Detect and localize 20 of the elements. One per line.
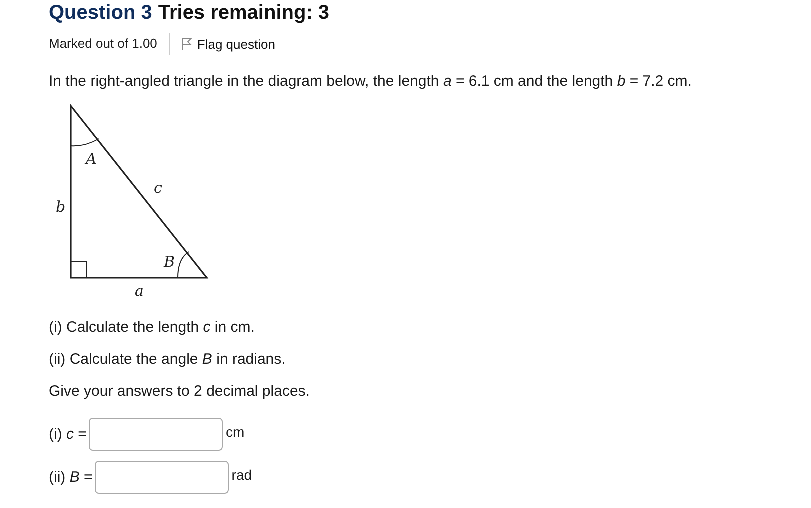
answer-field[interactable] bbox=[94, 461, 229, 494]
flag-question-link[interactable]: Flag question bbox=[182, 36, 276, 52]
side-label: c bbox=[154, 179, 162, 197]
side-label: b bbox=[56, 198, 66, 216]
question-number: Question 3 bbox=[49, 2, 152, 25]
marks-text: Marked out of 1.00 bbox=[49, 33, 170, 55]
instruction-text: (ii) Calculate the angle B in radians. bbox=[49, 350, 287, 370]
angle-label: A bbox=[86, 150, 97, 168]
flag-icon bbox=[182, 38, 192, 50]
instruction-text: (i) Calculate the length c in cm. bbox=[49, 318, 256, 338]
instruction-text: Give your answers to 2 decimal places. bbox=[49, 382, 311, 402]
side-label: a bbox=[135, 282, 144, 300]
answer-field[interactable] bbox=[88, 418, 223, 451]
angle-label: B bbox=[164, 253, 176, 271]
question-text: In the right-angled triangle in the diagram below, the length a = 6.1 cm and the length b = 7.2 cm. bbox=[49, 73, 693, 90]
answer-label: (i) c = bbox=[49, 426, 87, 443]
tries-remaining: Tries remaining: 3 bbox=[158, 2, 330, 25]
unit-label: rad bbox=[232, 467, 252, 483]
unit-label: cm bbox=[226, 424, 245, 440]
answer-label: (ii) B = bbox=[49, 469, 93, 486]
